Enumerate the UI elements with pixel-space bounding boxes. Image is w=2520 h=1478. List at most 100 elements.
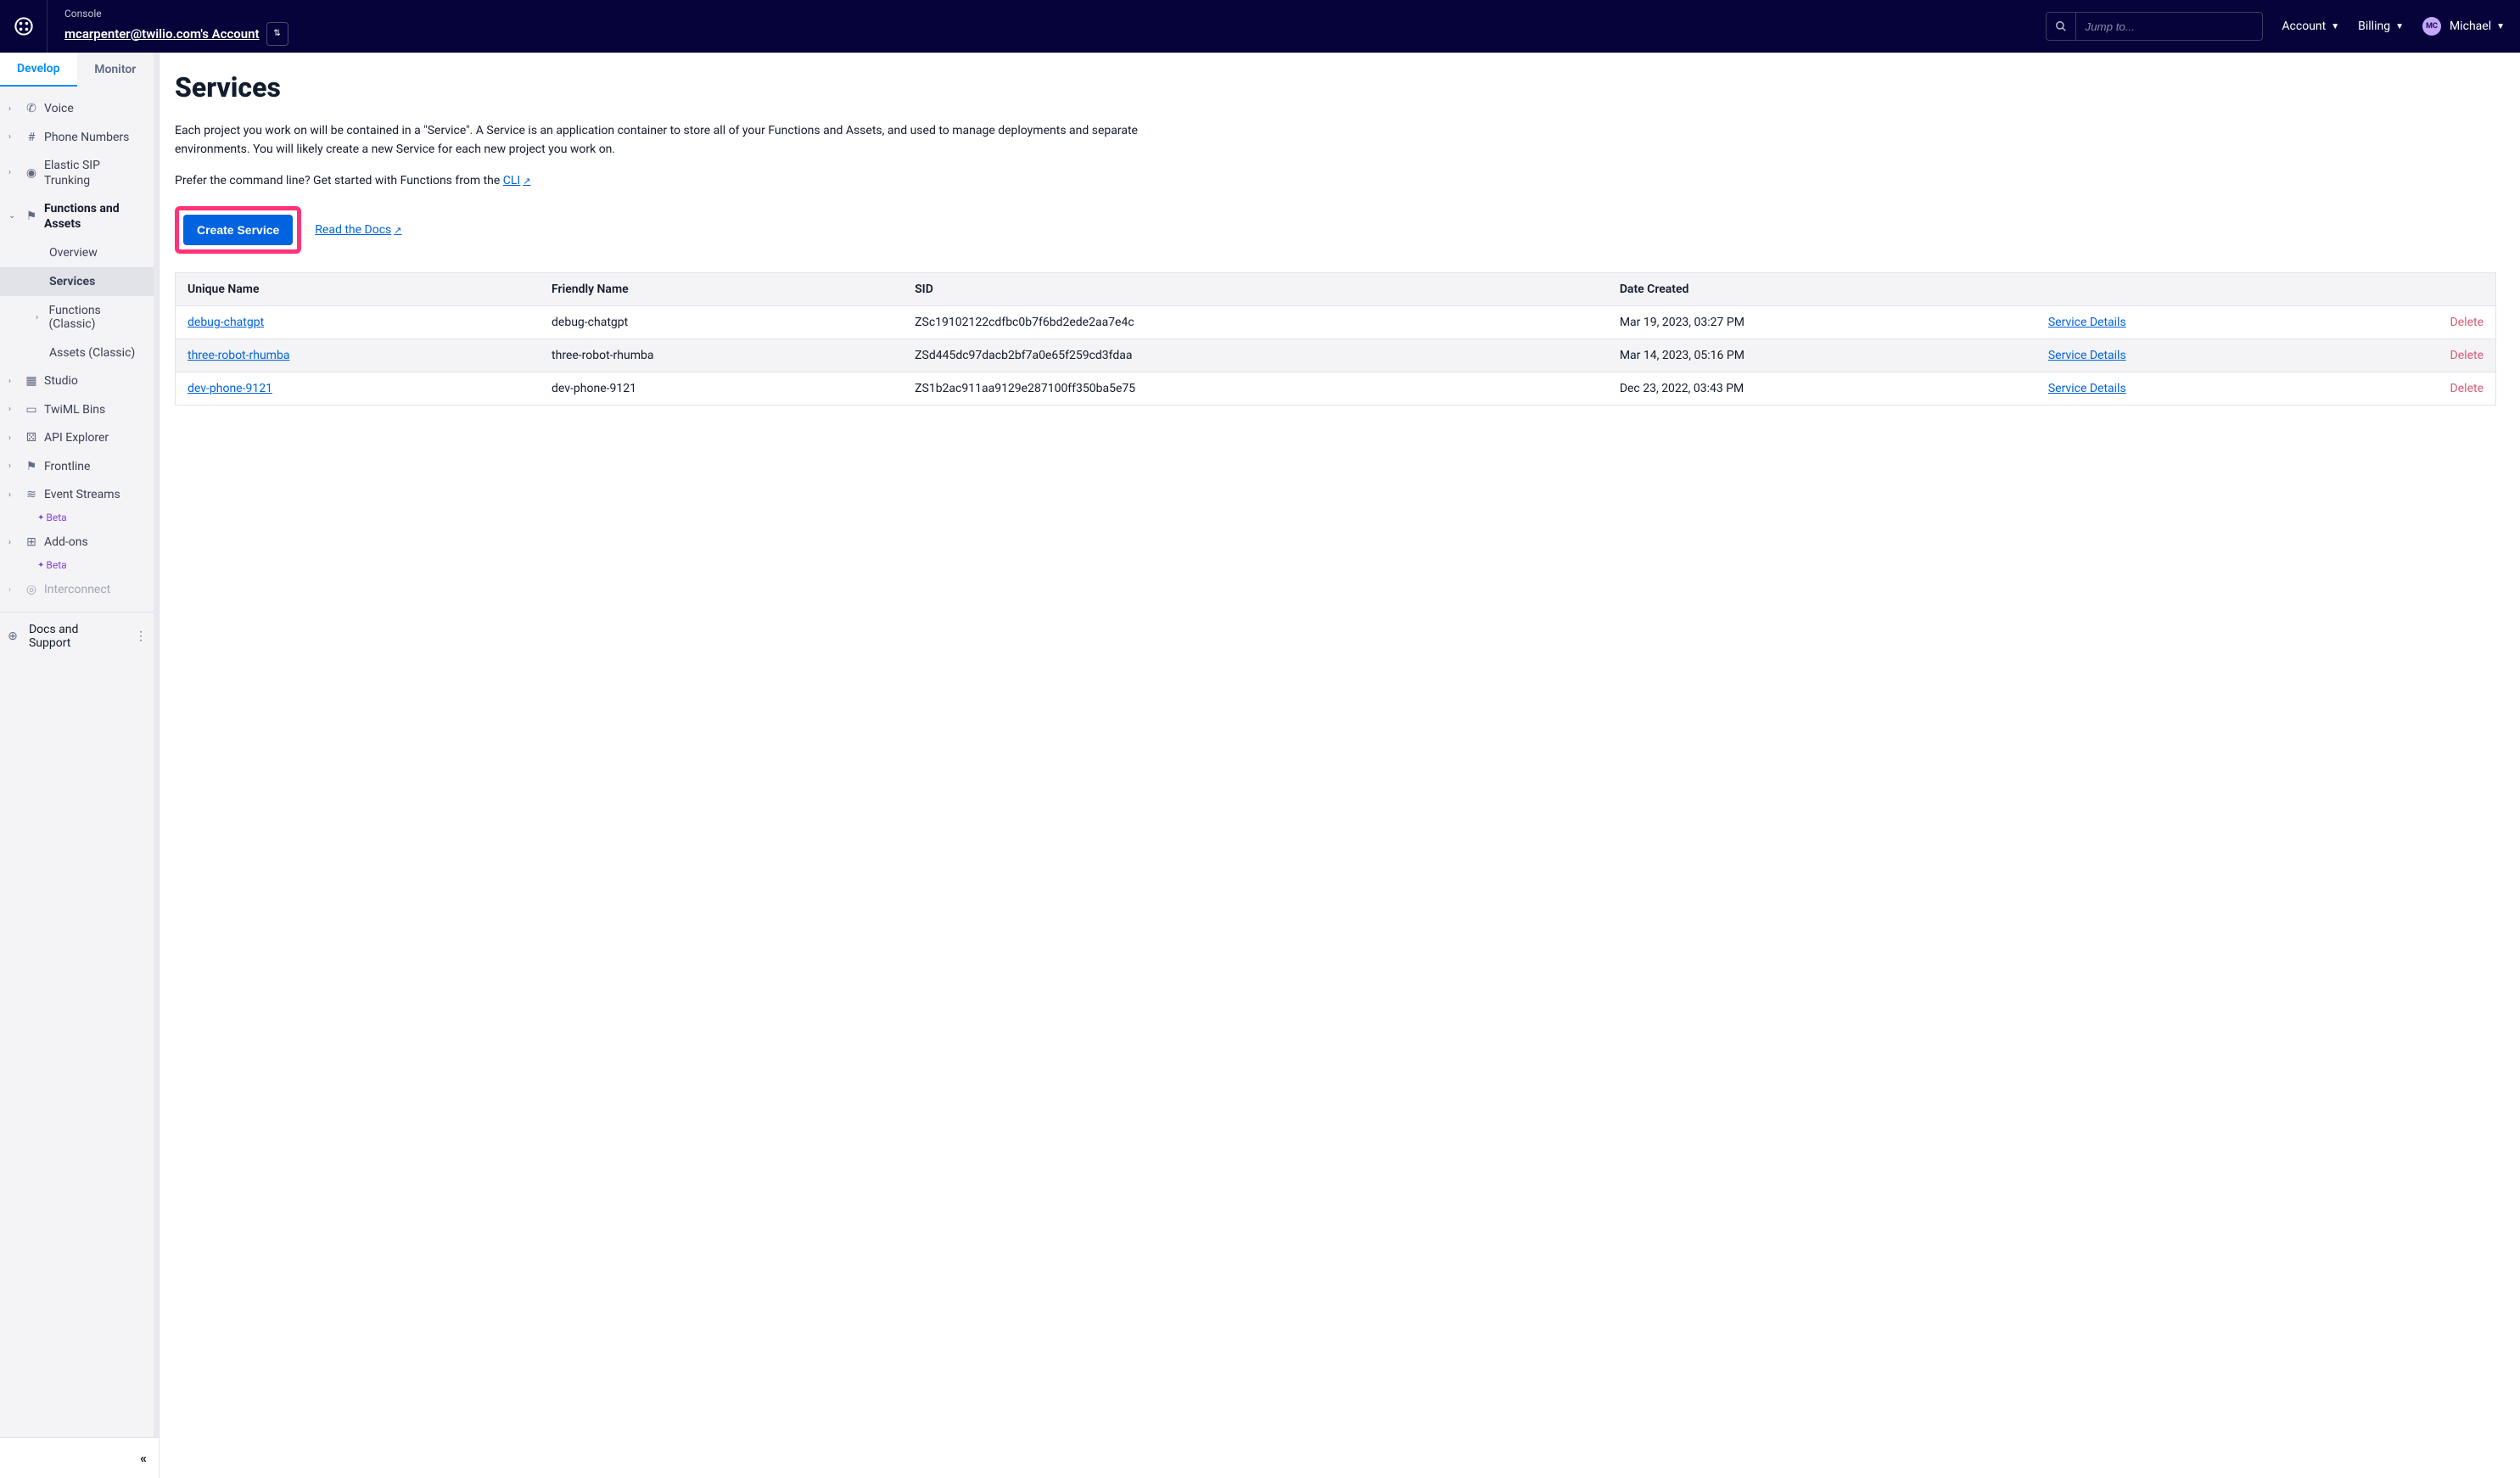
- chevron-right-icon: ›: [8, 168, 19, 179]
- topbar: Console mcarpenter@twilio.com's Account …: [0, 0, 2520, 53]
- chevron-right-icon: ›: [8, 132, 19, 143]
- sidebar-item-assets-classic[interactable]: Assets (Classic): [0, 339, 154, 367]
- functions-icon: ⚑: [24, 210, 39, 225]
- external-link-icon: ↗: [523, 176, 530, 187]
- console-label: Console: [64, 8, 288, 20]
- service-unique-link[interactable]: dev-phone-9121: [188, 382, 272, 395]
- chevron-right-icon: ›: [8, 585, 19, 596]
- chevron-right-icon: ›: [8, 104, 19, 115]
- delete-link[interactable]: Delete: [2450, 316, 2484, 329]
- hash-icon: #: [24, 131, 39, 146]
- cli-link[interactable]: CLI↗: [503, 174, 531, 188]
- chevron-down-icon: ▼: [2331, 22, 2339, 31]
- cli-prefix: Prefer the command line? Get started wit…: [175, 174, 503, 188]
- delete-link[interactable]: Delete: [2450, 382, 2484, 395]
- sidebar-collapse[interactable]: «: [0, 1437, 159, 1478]
- sidebar: Develop Monitor › ✆ Voice › # Phone Numb…: [0, 53, 160, 1478]
- chevron-right-icon: ›: [8, 434, 19, 445]
- user-name: Michael: [2450, 20, 2491, 33]
- search-icon: [2055, 20, 2067, 32]
- sidebar-item-event-streams[interactable]: › ≋ Event Streams: [0, 481, 154, 510]
- cell-date: Mar 19, 2023, 03:27 PM: [1608, 306, 2036, 339]
- service-details-link[interactable]: Service Details: [2048, 316, 2126, 329]
- user-menu[interactable]: MC Michael ▼: [2422, 17, 2505, 36]
- streams-icon: ≋: [24, 488, 39, 503]
- col-date-created: Date Created: [1608, 273, 2036, 306]
- search-input[interactable]: [2075, 13, 2262, 40]
- account-switcher[interactable]: ⇅: [266, 22, 288, 46]
- sidebar-item-elastic-sip[interactable]: › ◉ Elastic SIP Trunking: [0, 152, 154, 195]
- highlight-annotation: Create Service: [175, 206, 301, 254]
- table-row: three-robot-rhumba three-robot-rhumba ZS…: [176, 339, 2496, 372]
- chevron-right-icon: ›: [8, 377, 19, 388]
- account-menu[interactable]: Account ▼: [2282, 20, 2339, 33]
- cell-sid: ZSd445dc97dacb2bf7a0e65f259cd3fdaa: [903, 339, 1608, 372]
- studio-icon: ▦: [24, 374, 39, 389]
- read-docs-link[interactable]: Read the Docs↗: [315, 223, 401, 237]
- interconnect-icon: ◎: [24, 583, 39, 598]
- flag-icon: ⚑: [24, 460, 39, 475]
- billing-menu[interactable]: Billing ▼: [2358, 20, 2404, 33]
- cell-date: Dec 23, 2022, 03:43 PM: [1608, 372, 2036, 406]
- col-delete: [2330, 273, 2496, 306]
- table-header-row: Unique Name Friendly Name SID Date Creat…: [176, 273, 2496, 306]
- account-link[interactable]: mcarpenter@twilio.com's Account: [64, 26, 260, 42]
- sidebar-item-label: Event Streams: [44, 488, 148, 503]
- chevron-right-icon: ›: [8, 462, 19, 473]
- sidebar-item-label: Phone Numbers: [44, 131, 148, 146]
- sidebar-item-label: Add-ons: [44, 535, 148, 551]
- sidebar-item-label: Functions and Assets: [44, 202, 148, 232]
- chevron-right-icon: ›: [8, 538, 19, 549]
- brand-logo[interactable]: [0, 0, 48, 53]
- sidebar-item-interconnect[interactable]: › ◎ Interconnect: [0, 576, 154, 605]
- chevron-right-icon: ›: [8, 405, 19, 416]
- search-button[interactable]: [2047, 13, 2075, 40]
- chevron-down-icon: ▼: [2395, 22, 2404, 31]
- sidebar-item-label: Frontline: [44, 460, 148, 475]
- service-details-link[interactable]: Service Details: [2048, 349, 2126, 362]
- tab-monitor[interactable]: Monitor: [77, 53, 154, 87]
- sidebar-item-label: API Explorer: [44, 431, 148, 446]
- sidebar-subitems: Overview Services › Functions (Classic) …: [0, 238, 154, 367]
- sidebar-item-studio[interactable]: › ▦ Studio: [0, 367, 154, 396]
- service-details-link[interactable]: Service Details: [2048, 382, 2126, 395]
- delete-link[interactable]: Delete: [2450, 349, 2484, 362]
- sidebar-item-label: Functions (Classic): [48, 304, 145, 331]
- beta-badge: Beta: [37, 559, 67, 576]
- sidebar-item-overview[interactable]: Overview: [0, 238, 154, 267]
- cell-sid: ZS1b2ac911aa9129e287100ff350ba5e75: [903, 372, 1608, 406]
- service-unique-link[interactable]: three-robot-rhumba: [188, 349, 289, 362]
- addons-icon: ⊞: [24, 535, 39, 551]
- sidebar-item-addons[interactable]: › ⊞ Add-ons: [0, 529, 154, 557]
- topbar-right: Account ▼ Billing ▼ MC Michael ▼: [2046, 12, 2505, 41]
- sidebar-item-twiml-bins[interactable]: › ▭ TwiML Bins: [0, 396, 154, 425]
- services-table: Unique Name Friendly Name SID Date Creat…: [175, 272, 2496, 406]
- phone-icon: ✆: [24, 102, 39, 117]
- tab-develop[interactable]: Develop: [0, 53, 77, 87]
- cell-friendly: debug-chatgpt: [540, 306, 903, 339]
- sidebar-item-services[interactable]: Services: [0, 267, 154, 296]
- create-service-button[interactable]: Create Service: [183, 215, 293, 245]
- sidebar-item-voice[interactable]: › ✆ Voice: [0, 95, 154, 124]
- sidebar-nav: › ✆ Voice › # Phone Numbers › ◉ Elastic …: [0, 87, 154, 612]
- docs-support-row[interactable]: ⊕ Docs and Support ⋮: [0, 612, 154, 660]
- updown-icon: ⇅: [273, 29, 280, 38]
- collapse-icon: «: [140, 1450, 147, 1466]
- sidebar-item-api-explorer[interactable]: › ⚄ API Explorer: [0, 424, 154, 453]
- sidebar-item-frontline[interactable]: › ⚑ Frontline: [0, 453, 154, 482]
- cell-friendly: dev-phone-9121: [540, 372, 903, 406]
- billing-menu-label: Billing: [2358, 20, 2390, 33]
- cell-date: Mar 14, 2023, 05:16 PM: [1608, 339, 2036, 372]
- more-icon[interactable]: ⋮: [132, 630, 150, 643]
- sidebar-item-phone-numbers[interactable]: › # Phone Numbers: [0, 124, 154, 153]
- col-friendly-name: Friendly Name: [540, 273, 903, 306]
- col-details: [2036, 273, 2330, 306]
- account-menu-label: Account: [2282, 20, 2326, 33]
- chevron-down-icon: ⌄: [8, 211, 19, 222]
- sidebar-item-label: Voice: [44, 102, 148, 117]
- read-docs-label: Read the Docs: [315, 223, 391, 237]
- sidebar-item-label: Elastic SIP Trunking: [44, 159, 148, 188]
- sidebar-item-functions-assets[interactable]: ⌄ ⚑ Functions and Assets: [0, 195, 154, 238]
- sidebar-item-functions-classic[interactable]: › Functions (Classic): [0, 296, 154, 339]
- service-unique-link[interactable]: debug-chatgpt: [188, 316, 264, 329]
